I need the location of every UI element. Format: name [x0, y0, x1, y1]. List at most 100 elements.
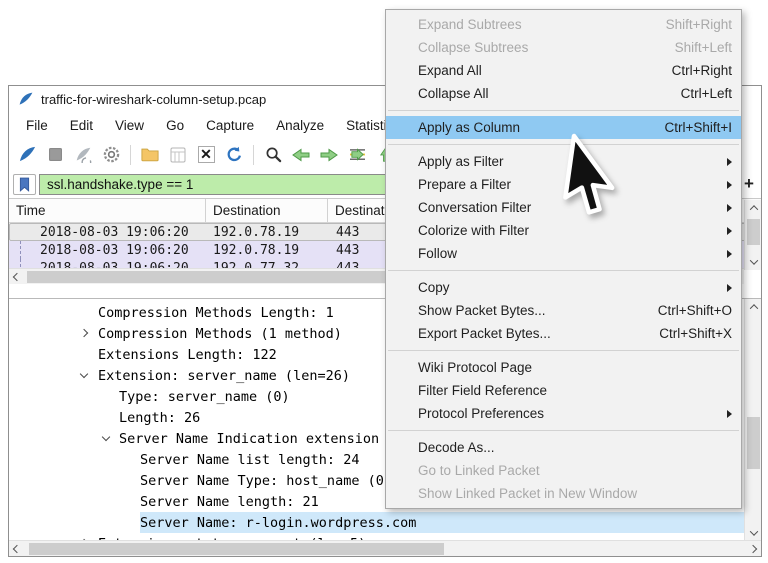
- scroll-up-button[interactable]: [745, 299, 762, 315]
- menu-item-protocol-preferences[interactable]: Protocol Preferences: [386, 402, 741, 425]
- scrollbar-thumb[interactable]: [29, 543, 444, 555]
- menu-item-prepare-a-filter[interactable]: Prepare a Filter: [386, 173, 741, 196]
- cell-destination: 192.0.78.19: [206, 225, 328, 240]
- wireshark-logo-icon: [18, 91, 34, 107]
- scroll-down-button[interactable]: [745, 254, 762, 270]
- screenshot-root: traffic-for-wireshark-column-setup.pcap …: [0, 0, 768, 563]
- column-header-destination[interactable]: Destination: [206, 199, 328, 222]
- shark-fin-icon: [18, 145, 37, 164]
- tree-text: Server Name Indication extension: [119, 431, 379, 447]
- menu-item-expand-all[interactable]: Expand All Ctrl+Right: [386, 59, 741, 82]
- menu-item-go-to-linked-packet[interactable]: Go to Linked Packet: [386, 459, 741, 482]
- scroll-up-button[interactable]: [745, 200, 762, 216]
- menu-separator: [388, 270, 739, 271]
- capture-options-button[interactable]: [98, 142, 124, 168]
- close-file-button[interactable]: ✕: [193, 142, 219, 168]
- menu-item-shortcut: Ctrl+Shift+X: [659, 326, 732, 341]
- menu-item-wiki-protocol-page[interactable]: Wiki Protocol Page: [386, 356, 741, 379]
- menu-edit[interactable]: Edit: [59, 115, 104, 136]
- chevron-up-icon: [749, 304, 757, 312]
- menu-item-label: Filter Field Reference: [418, 383, 732, 398]
- detail-horizontal-scrollbar[interactable]: [9, 540, 761, 556]
- menu-item-shortcut: Ctrl+Right: [672, 63, 732, 78]
- menu-item-label: Expand Subtrees: [418, 17, 654, 32]
- menu-item-expand-subtrees[interactable]: Expand Subtrees Shift+Right: [386, 13, 741, 36]
- toolbar-separator: [130, 145, 131, 165]
- menu-item-conversation-filter[interactable]: Conversation Filter: [386, 196, 741, 219]
- go-to-packet-icon: [348, 147, 367, 162]
- find-packet-button[interactable]: [260, 142, 286, 168]
- submenu-arrow-icon: [727, 227, 732, 235]
- scroll-down-button[interactable]: [745, 525, 762, 541]
- tree-text: Compression Methods (1 method): [98, 326, 342, 342]
- menu-item-filter-field-reference[interactable]: Filter Field Reference: [386, 379, 741, 402]
- column-header-time[interactable]: Time: [9, 199, 206, 222]
- menu-item-follow[interactable]: Follow: [386, 242, 741, 265]
- save-file-button[interactable]: [165, 142, 191, 168]
- menu-item-show-packet-bytes[interactable]: Show Packet Bytes... Ctrl+Shift+O: [386, 299, 741, 322]
- start-capture-button[interactable]: [14, 142, 40, 168]
- menu-item-shortcut: Ctrl+Shift+O: [658, 303, 732, 318]
- chevron-left-icon: [13, 273, 21, 281]
- scroll-right-button[interactable]: [745, 541, 761, 557]
- stop-capture-button[interactable]: [42, 142, 68, 168]
- submenu-arrow-icon: [727, 250, 732, 258]
- menu-item-shortcut: Ctrl+Shift+I: [664, 120, 732, 135]
- go-to-packet-button[interactable]: [344, 142, 370, 168]
- menu-file[interactable]: File: [15, 115, 59, 136]
- tree-line[interactable]: Extension: status_request (len=5): [9, 533, 744, 540]
- collapse-arrow-icon[interactable]: [80, 370, 88, 378]
- capture-options-gear-icon: [103, 146, 120, 163]
- cell-destination: 192.0.78.19: [206, 243, 328, 258]
- cell-time: 2018-08-03 19:06:20: [9, 243, 206, 258]
- menu-analyze[interactable]: Analyze: [265, 115, 335, 136]
- arrow-left-icon: [292, 148, 310, 162]
- menu-item-shortcut: Shift+Right: [666, 17, 732, 32]
- reload-file-button[interactable]: [221, 142, 247, 168]
- menu-item-decode-as[interactable]: Decode As...: [386, 436, 741, 459]
- menu-item-copy[interactable]: Copy: [386, 276, 741, 299]
- detail-vertical-scrollbar[interactable]: [744, 299, 761, 541]
- open-file-button[interactable]: [137, 142, 163, 168]
- menu-item-apply-as-filter[interactable]: Apply as Filter: [386, 150, 741, 173]
- mouse-cursor: [568, 132, 658, 237]
- menu-item-label: Conversation Filter: [418, 200, 715, 215]
- menu-view[interactable]: View: [104, 115, 155, 136]
- menu-item-label: Export Packet Bytes...: [418, 326, 647, 341]
- menu-item-label: Go to Linked Packet: [418, 463, 732, 478]
- menu-item-shortcut: Ctrl+Left: [681, 86, 732, 101]
- window-title: traffic-for-wireshark-column-setup.pcap: [41, 92, 266, 107]
- reload-icon: [226, 146, 243, 163]
- scrollbar-thumb[interactable]: [747, 417, 760, 469]
- menu-item-export-packet-bytes[interactable]: Export Packet Bytes... Ctrl+Shift+X: [386, 322, 741, 345]
- cell-time: 2018-08-03 19:06:20: [9, 225, 206, 240]
- scrollbar-thumb[interactable]: [747, 219, 760, 245]
- tree-text: Extensions Length: 122: [98, 347, 277, 363]
- menu-item-label: Protocol Preferences: [418, 406, 715, 421]
- tree-text: Server Name length: 21: [140, 494, 319, 510]
- restart-capture-button[interactable]: [70, 142, 96, 168]
- tree-text: Server Name: r-login.wordpress.com: [140, 515, 416, 531]
- menu-capture[interactable]: Capture: [195, 115, 265, 136]
- toolbar-separator: [253, 145, 254, 165]
- expand-arrow-icon[interactable]: [80, 329, 88, 337]
- scroll-left-button[interactable]: [9, 269, 25, 285]
- filter-bookmark-button[interactable]: [13, 174, 36, 195]
- go-forward-button[interactable]: [316, 142, 342, 168]
- menu-item-collapse-subtrees[interactable]: Collapse Subtrees Shift+Left: [386, 36, 741, 59]
- menu-item-label: Collapse All: [418, 86, 669, 101]
- menu-item-show-linked-packet-in-new-window[interactable]: Show Linked Packet in New Window: [386, 482, 741, 505]
- chevron-down-icon: [749, 256, 757, 264]
- packet-list-vertical-scrollbar[interactable]: [744, 200, 761, 270]
- menu-item-collapse-all[interactable]: Collapse All Ctrl+Left: [386, 82, 741, 105]
- menu-item-apply-as-column[interactable]: Apply as Column Ctrl+Shift+I: [386, 116, 741, 139]
- menu-item-label: Decode As...: [418, 440, 732, 455]
- menu-item-colorize-with-filter[interactable]: Colorize with Filter: [386, 219, 741, 242]
- tree-text: Server Name list length: 24: [140, 452, 359, 468]
- menu-go[interactable]: Go: [155, 115, 195, 136]
- scroll-left-button[interactable]: [9, 541, 25, 557]
- go-back-button[interactable]: [288, 142, 314, 168]
- collapse-arrow-icon[interactable]: [102, 433, 110, 441]
- filter-add-button[interactable]: +: [740, 174, 758, 195]
- tree-line-selected[interactable]: Server Name: r-login.wordpress.com: [9, 512, 744, 533]
